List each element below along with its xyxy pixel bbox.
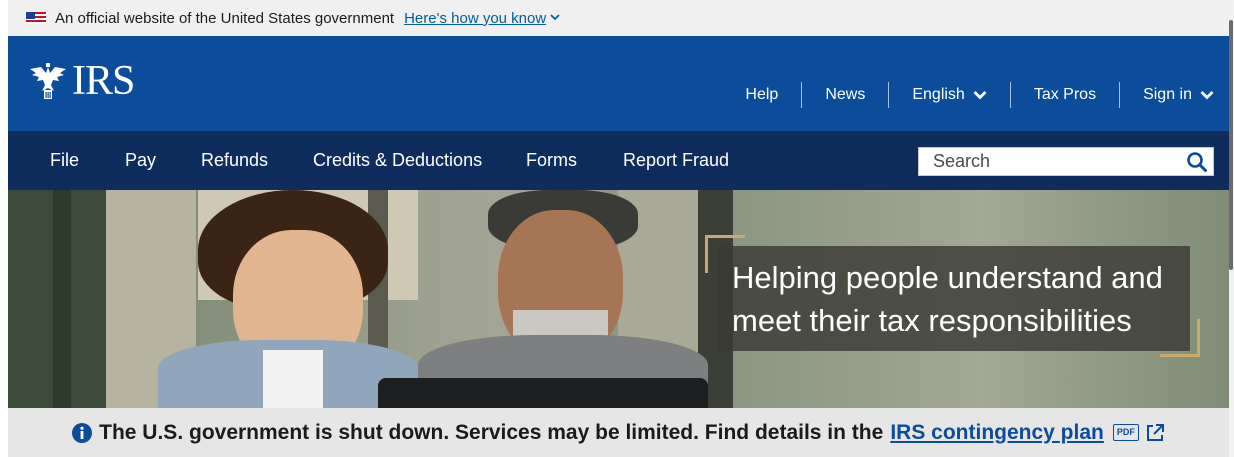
irs-contingency-plan-link[interactable]: IRS contingency plan	[890, 421, 1104, 445]
official-site-text: An official website of the United States…	[55, 9, 395, 27]
tax-pros-label: Tax Pros	[1033, 86, 1097, 103]
external-link-icon[interactable]	[1144, 422, 1166, 444]
official-site-banner: An official website of the United States…	[8, 0, 1229, 36]
language-dropdown[interactable]: English	[888, 82, 1009, 108]
language-label: English	[912, 86, 965, 103]
nav-item-pay[interactable]: Pay	[125, 150, 156, 171]
nav-item-credits-deductions[interactable]: Credits & Deductions	[313, 150, 482, 171]
us-flag-icon	[26, 12, 46, 24]
page: An official website of the United States…	[8, 0, 1229, 457]
scrollbar-thumb[interactable]	[1229, 20, 1233, 270]
hero-caption-line-2: meet their tax responsibilities	[732, 303, 1132, 338]
irs-logo-text: IRS	[72, 58, 135, 104]
news-link[interactable]: News	[801, 82, 888, 108]
chevron-down-icon	[973, 91, 987, 100]
news-label: News	[825, 86, 866, 103]
hero-caption: Helping people understand and meet their…	[718, 246, 1190, 351]
hero-banner: Helping people understand and meet their…	[8, 190, 1229, 408]
site-header: IRS Help News English Tax Pros Sign in	[8, 36, 1229, 131]
caption-bracket-bottom-right	[1160, 319, 1200, 357]
sign-in-label: Sign in	[1143, 86, 1192, 103]
utility-nav: Help News English Tax Pros Sign in	[722, 82, 1229, 108]
pdf-badge: PDF	[1112, 424, 1139, 441]
search-input[interactable]	[919, 148, 1179, 175]
nav-item-forms[interactable]: Forms	[526, 150, 577, 171]
hero-caption-line-1: Helping people understand and	[732, 260, 1163, 295]
chevron-down-icon[interactable]	[550, 12, 560, 24]
help-link[interactable]: Help	[722, 82, 801, 108]
tax-pros-link[interactable]: Tax Pros	[1009, 82, 1119, 108]
nav-item-report-fraud[interactable]: Report Fraud	[623, 150, 729, 171]
alert-text: The U.S. government is shut down. Servic…	[99, 420, 884, 444]
irs-eagle-icon	[30, 63, 66, 99]
info-icon	[72, 422, 93, 443]
main-nav: File Pay Refunds Credits & Deductions Fo…	[8, 131, 1229, 190]
nav-item-refunds[interactable]: Refunds	[201, 150, 268, 171]
help-label: Help	[745, 86, 779, 103]
search-box	[918, 147, 1214, 176]
sign-in-dropdown[interactable]: Sign in	[1119, 82, 1229, 108]
chevron-down-icon	[1200, 91, 1214, 100]
nav-item-file[interactable]: File	[50, 150, 79, 171]
search-icon[interactable]	[1186, 151, 1208, 173]
heres-how-you-know-link[interactable]: Here's how you know	[404, 10, 546, 27]
irs-logo-link[interactable]: IRS	[27, 58, 135, 104]
shutdown-alert: The U.S. government is shut down. Servic…	[8, 408, 1229, 457]
